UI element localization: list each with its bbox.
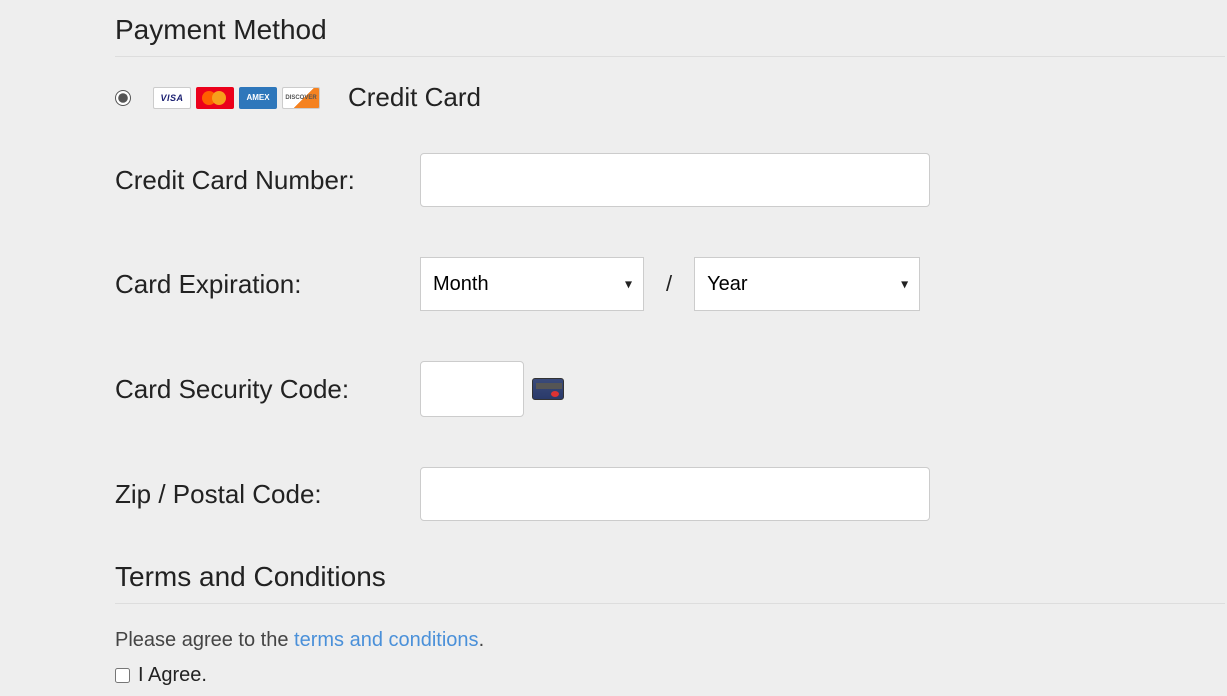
zip-input[interactable] [420, 467, 930, 521]
payment-method-option-row: VISA AMEX DISCOVER Credit Card [115, 82, 1227, 113]
amex-icon: AMEX [239, 87, 277, 109]
cvc-card-icon [532, 378, 564, 400]
security-code-input[interactable] [420, 361, 524, 417]
agree-checkbox-row: I Agree. [115, 664, 1227, 687]
expiration-row: Card Expiration: Month / Year [115, 257, 1227, 311]
payment-method-heading: Payment Method [115, 14, 1227, 46]
card-brand-icons: VISA AMEX DISCOVER [153, 87, 320, 109]
terms-link[interactable]: terms and conditions [294, 629, 479, 651]
card-number-row: Credit Card Number: [115, 153, 1227, 207]
agree-checkbox-label: I Agree. [138, 664, 207, 687]
divider [115, 56, 1225, 57]
visa-icon: VISA [153, 87, 191, 109]
expiration-month-select[interactable]: Month [420, 257, 644, 311]
terms-prefix: Please agree to the [115, 629, 294, 651]
terms-heading: Terms and Conditions [115, 561, 1227, 593]
agree-checkbox[interactable] [115, 668, 130, 683]
terms-agree-text: Please agree to the terms and conditions… [115, 629, 1227, 652]
expiration-label: Card Expiration: [115, 269, 420, 300]
card-number-input[interactable] [420, 153, 930, 207]
discover-icon: DISCOVER [282, 87, 320, 109]
zip-row: Zip / Postal Code: [115, 467, 1227, 521]
card-number-label: Credit Card Number: [115, 165, 420, 196]
expiration-separator: / [666, 271, 672, 297]
security-code-row: Card Security Code: [115, 361, 1227, 417]
credit-card-label: Credit Card [348, 82, 481, 113]
terms-suffix: . [479, 629, 485, 651]
credit-card-radio[interactable] [115, 90, 131, 106]
expiration-year-select[interactable]: Year [694, 257, 920, 311]
mastercard-icon [196, 87, 234, 109]
zip-label: Zip / Postal Code: [115, 479, 420, 510]
divider [115, 603, 1225, 604]
security-code-label: Card Security Code: [115, 374, 420, 405]
